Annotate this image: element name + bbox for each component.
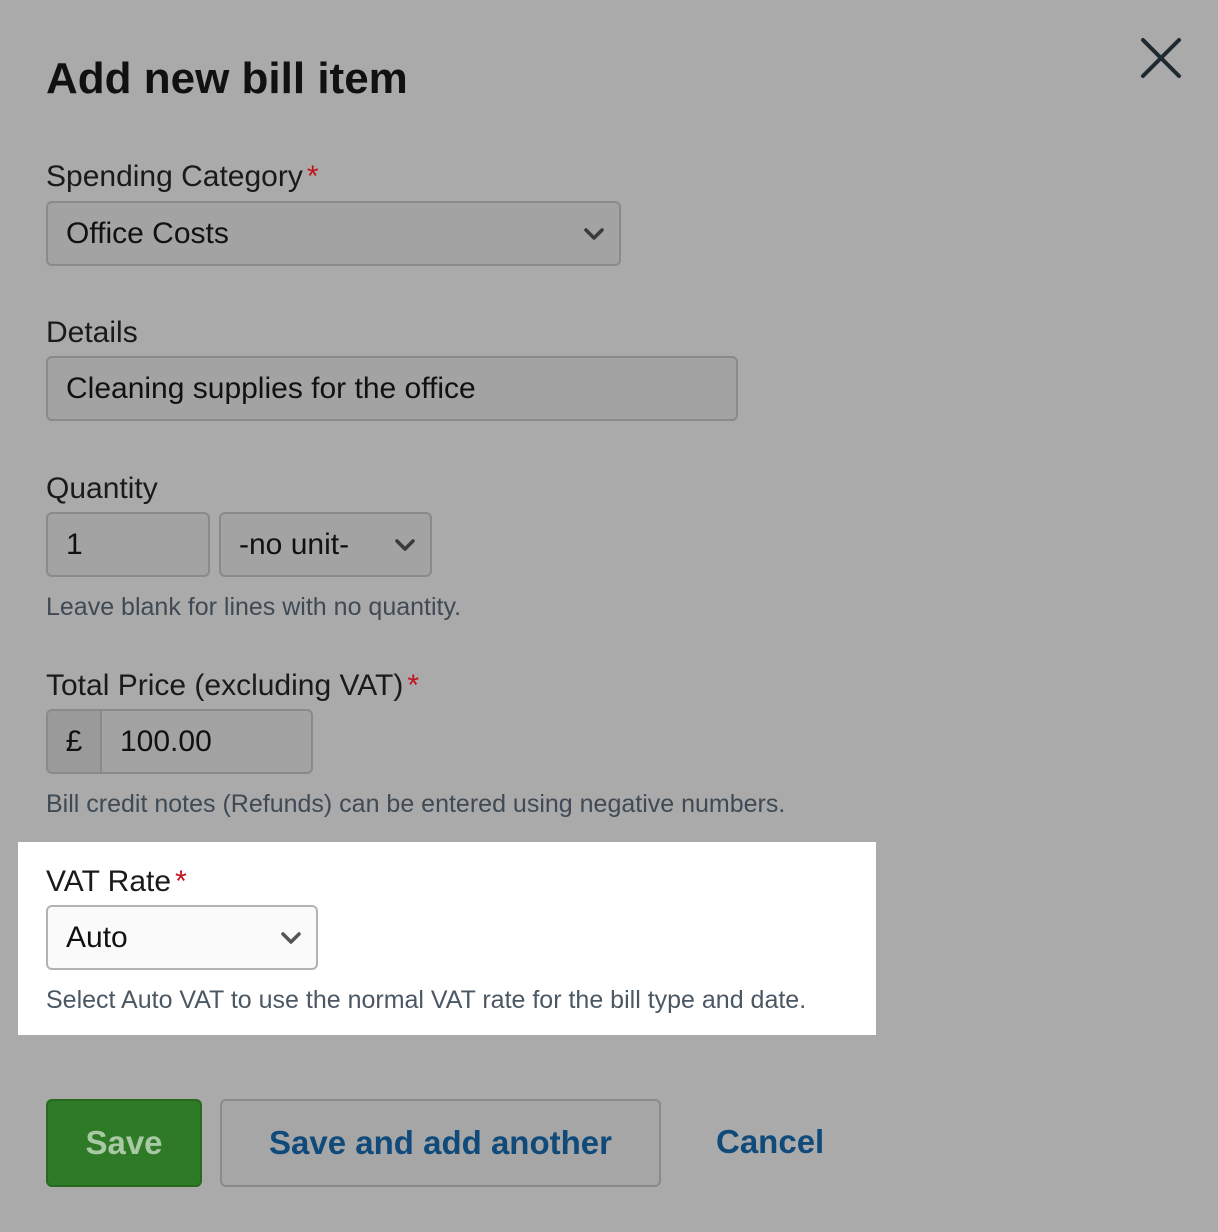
- total-price-value: 100.00: [120, 724, 212, 758]
- total-price-label-text: Total Price (excluding VAT): [46, 669, 404, 702]
- vat-rate-highlight: VAT Rate * Auto Select Auto VAT to use th…: [18, 842, 876, 1035]
- quantity-value: 1: [66, 527, 83, 561]
- total-price-hint: Bill credit notes (Refunds) can be enter…: [46, 790, 786, 818]
- required-marker: *: [407, 669, 420, 702]
- save-and-add-another-button[interactable]: Save and add another: [220, 1099, 661, 1187]
- chevron-down-icon: [281, 931, 301, 944]
- quantity-hint: Leave blank for lines with no quantity.: [46, 593, 462, 621]
- vat-rate-label-text: VAT Rate: [46, 865, 172, 898]
- vat-rate-select[interactable]: Auto: [46, 905, 318, 970]
- vat-rate-value: Auto: [66, 920, 128, 954]
- close-button[interactable]: [1138, 35, 1184, 81]
- close-icon: [1141, 38, 1181, 78]
- spending-category-label: Spending Category *: [46, 159, 319, 195]
- total-price-label: Total Price (excluding VAT) *: [46, 668, 419, 704]
- chevron-down-icon: [584, 227, 604, 240]
- vat-rate-hint: Select Auto VAT to use the normal VAT ra…: [46, 986, 807, 1014]
- required-marker: *: [175, 865, 187, 898]
- currency-prefix: £: [46, 709, 102, 774]
- unit-select[interactable]: -no unit-: [219, 512, 432, 577]
- dialog-title: Add new bill item: [46, 54, 408, 103]
- quantity-input[interactable]: 1: [46, 512, 210, 577]
- spending-category-select[interactable]: Office Costs: [46, 201, 621, 266]
- cancel-link[interactable]: Cancel: [716, 1120, 824, 1164]
- required-marker: *: [306, 160, 319, 193]
- details-value: Cleaning supplies for the office: [66, 371, 476, 405]
- details-label: Details: [46, 316, 138, 349]
- save-button[interactable]: Save: [46, 1099, 202, 1187]
- spending-category-label-text: Spending Category: [46, 160, 303, 193]
- vat-rate-label: VAT Rate *: [46, 864, 187, 900]
- total-price-input[interactable]: 100.00: [100, 709, 313, 774]
- quantity-label: Quantity: [46, 472, 158, 505]
- unit-value: -no unit-: [239, 527, 350, 561]
- chevron-down-icon: [395, 538, 415, 551]
- details-input[interactable]: Cleaning supplies for the office: [46, 356, 738, 421]
- spending-category-value: Office Costs: [66, 216, 229, 250]
